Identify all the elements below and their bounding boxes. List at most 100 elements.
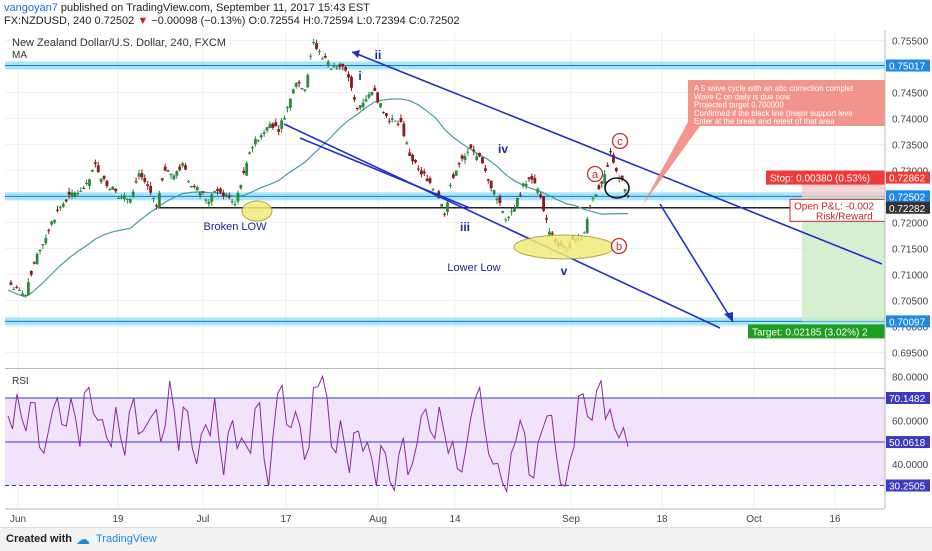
candle-body[interactable] [61,203,65,207]
candle-body[interactable] [172,175,176,180]
candle-body[interactable] [268,123,272,128]
candle-body[interactable] [396,123,400,125]
candle-body[interactable] [152,197,155,199]
candle-body[interactable] [280,120,284,129]
candle-body[interactable] [254,138,257,145]
candle-body[interactable] [120,197,123,199]
candle-body[interactable] [518,194,522,196]
candle-body[interactable] [492,190,496,195]
candle-body[interactable] [259,135,263,138]
candle-body[interactable] [469,144,473,149]
candle-body[interactable] [370,92,374,96]
candle-body[interactable] [248,152,251,154]
candle-body[interactable] [233,203,237,205]
candle-body[interactable] [143,178,147,182]
candle-body[interactable] [204,199,208,201]
candle-body[interactable] [539,194,543,198]
candle-body[interactable] [189,185,193,188]
candle-body[interactable] [428,178,432,183]
candle-body[interactable] [350,76,353,88]
candle-body[interactable] [542,196,545,211]
candle-body[interactable] [507,216,511,218]
candle-body[interactable] [320,58,324,60]
candle-body[interactable] [545,218,548,220]
candle-body[interactable] [41,244,45,246]
candle-body[interactable] [24,294,27,296]
candle-body[interactable] [623,189,627,192]
candle-body[interactable] [18,290,22,292]
candle-body[interactable] [315,43,318,49]
candle-body[interactable] [32,262,36,264]
candle-body[interactable] [323,56,327,58]
candle-body[interactable] [262,132,266,135]
candle-body[interactable] [498,196,502,204]
candle-body[interactable] [329,69,333,71]
candle-body[interactable] [449,184,452,186]
candle-body[interactable] [242,170,246,173]
candle-body[interactable] [114,188,118,192]
candle-body[interactable] [26,282,30,296]
candle-body[interactable] [224,195,228,197]
candle-body[interactable] [382,111,385,113]
candle-body[interactable] [187,181,190,183]
candle-body[interactable] [29,270,33,275]
candle-body[interactable] [195,186,199,191]
candle-body[interactable] [184,165,187,170]
candle-body[interactable] [326,61,330,65]
candle-body[interactable] [457,163,461,165]
candle-body[interactable] [501,211,505,213]
candle-body[interactable] [417,168,420,170]
candle-body[interactable] [155,205,158,207]
candle-body[interactable] [367,94,371,98]
candle-body[interactable] [303,89,307,91]
candle-body[interactable] [515,197,519,207]
candle-body[interactable] [390,118,394,120]
candle-body[interactable] [414,160,417,163]
candle-body[interactable] [265,127,269,131]
candle-body[interactable] [475,156,479,160]
candle-body[interactable] [478,152,481,157]
candle-body[interactable] [149,186,153,193]
candle-body[interactable] [99,178,103,182]
candle-body[interactable] [117,197,121,199]
candle-body[interactable] [294,83,298,87]
candle-body[interactable] [166,170,170,172]
candle-body[interactable] [256,140,260,142]
candle-body[interactable] [460,155,464,159]
candle-body[interactable] [236,192,240,202]
candle-body[interactable] [431,189,435,191]
brand-name[interactable]: TradingView [96,533,157,545]
candle-body[interactable] [300,88,304,90]
candle-body[interactable] [70,192,74,197]
candle-body[interactable] [335,67,339,69]
chart-canvas[interactable]: iiiiiiivvabcBroken LOWLower LowA 5 wave … [0,0,932,527]
candle-body[interactable] [64,199,68,202]
candle-body[interactable] [274,122,278,127]
candle-body[interactable] [422,171,426,174]
candle-body[interactable] [128,199,132,203]
candle-body[interactable] [376,92,380,103]
candle-body[interactable] [486,179,490,181]
candle-body[interactable] [96,165,100,173]
candle-body[interactable] [239,185,243,189]
candle-body[interactable] [306,74,310,88]
candle-body[interactable] [585,219,589,233]
candle-body[interactable] [489,180,493,189]
candle-body[interactable] [443,213,447,215]
candle-body[interactable] [594,194,598,197]
candle-body[interactable] [332,65,336,67]
candle-body[interactable] [408,152,412,156]
candle-body[interactable] [591,198,595,200]
candle-body[interactable] [510,211,513,213]
candle-body[interactable] [399,118,403,122]
candle-body[interactable] [495,198,499,201]
candle-body[interactable] [146,184,150,187]
candle-body[interactable] [67,191,71,195]
candle-body[interactable] [550,232,554,235]
candle-body[interactable] [291,89,295,94]
candle-body[interactable] [446,202,449,213]
candle-body[interactable] [472,149,476,152]
candle-body[interactable] [88,179,91,187]
candle-body[interactable] [309,55,313,57]
candle-body[interactable] [131,191,135,197]
